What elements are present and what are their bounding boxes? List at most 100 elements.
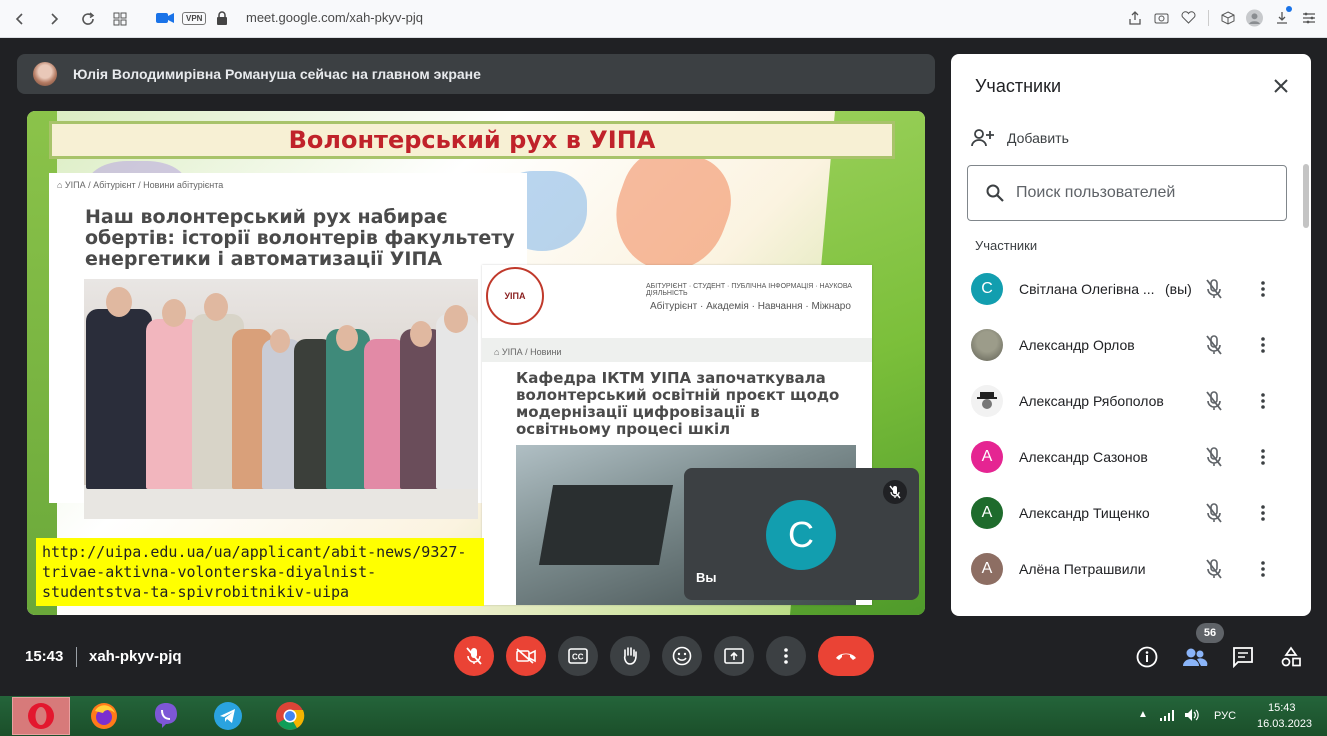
mic-off-icon	[466, 647, 482, 665]
taskbar-viber-app[interactable]	[150, 700, 182, 732]
easy-setup-icon[interactable]	[1300, 9, 1317, 26]
participant-row[interactable]: С Світлана Олегівна ... (вы)	[951, 261, 1311, 317]
activities-button[interactable]	[1278, 644, 1304, 670]
self-video-tile[interactable]: С Вы	[684, 468, 919, 600]
participant-mic-off-icon[interactable]	[1203, 334, 1225, 356]
person-face	[444, 305, 468, 333]
firefox-icon	[91, 703, 117, 729]
meeting-time: 15:43	[25, 648, 64, 665]
participant-mic-off-icon[interactable]	[1203, 390, 1225, 412]
extensions-cube-icon[interactable]	[1219, 9, 1236, 26]
lock-icon[interactable]	[216, 11, 228, 25]
person-face	[270, 329, 290, 353]
clock-date[interactable]: 16.03.2023	[1257, 718, 1312, 730]
emoji-icon	[672, 646, 692, 666]
participant-more-options-icon[interactable]	[1253, 557, 1273, 581]
participant-more-options-icon[interactable]	[1253, 389, 1273, 413]
participant-more-options-icon[interactable]	[1253, 333, 1273, 357]
person-face	[106, 287, 132, 317]
taskbar-telegram-app[interactable]	[212, 700, 244, 732]
svg-text:CC: CC	[572, 653, 584, 662]
share-icon[interactable]	[1126, 9, 1143, 26]
raise-hand-button[interactable]	[610, 636, 650, 676]
taskbar-chrome-app[interactable]	[274, 700, 306, 732]
participant-row[interactable]: Александр Рябополов	[951, 373, 1311, 429]
camera-off-icon	[516, 648, 536, 664]
reload-button[interactable]	[72, 3, 104, 35]
mic-off-icon	[889, 485, 901, 499]
chrome-icon	[276, 702, 305, 730]
search-participants-input[interactable]: Поиск пользователей	[967, 165, 1287, 221]
presenting-banner: Юлія Володимирівна Романуша сейчас на гл…	[17, 54, 935, 94]
participant-avatar	[971, 329, 1003, 361]
snapshot-icon[interactable]	[1153, 9, 1170, 26]
participant-name: Александр Сазонов	[1019, 449, 1148, 465]
meeting-controls-bar: 15:43 xah-pkyv-pjq CC 56	[0, 620, 1327, 696]
volume-icon[interactable]	[1184, 708, 1200, 722]
participant-avatar: А	[971, 497, 1003, 529]
slide-title: Волонтерський рух в УІПА	[288, 126, 656, 154]
leave-call-button[interactable]	[818, 636, 874, 676]
shapes-icon	[1281, 646, 1301, 667]
person-face	[162, 299, 186, 327]
participant-mic-off-icon[interactable]	[1203, 446, 1225, 468]
article1-breadcrumb: ⌂ УІПА / Абітурієнт / Новини абітурієнта	[57, 180, 224, 190]
speed-dial-button[interactable]	[104, 3, 136, 35]
participant-more-options-icon[interactable]	[1253, 501, 1273, 525]
self-muted-indicator	[883, 480, 907, 504]
participant-name: Александр Тищенко	[1019, 505, 1150, 521]
address-bar[interactable]: meet.google.com/xah-pkyv-pjq	[246, 10, 423, 25]
participants-list: С Світлана Олегівна ... (вы) Александр Орло…	[951, 261, 1311, 597]
meeting-details-button[interactable]	[1134, 644, 1160, 670]
taskbar-firefox-app[interactable]	[88, 700, 120, 732]
captions-button[interactable]: CC	[558, 636, 598, 676]
vpn-badge[interactable]: VPN	[182, 12, 207, 25]
participant-name: Алёна Петрашвили	[1019, 561, 1146, 577]
close-panel-button[interactable]	[1269, 74, 1293, 98]
profile-avatar-icon[interactable]	[1246, 9, 1263, 26]
show-participants-button[interactable]	[1182, 644, 1208, 670]
participant-more-options-icon[interactable]	[1253, 445, 1273, 469]
taskbar-opera-app[interactable]	[12, 697, 70, 735]
tray-show-hidden-icon[interactable]: ▲	[1138, 709, 1148, 720]
downloads-icon[interactable]	[1273, 6, 1292, 26]
participant-mic-off-icon[interactable]	[1203, 278, 1225, 300]
person-face	[336, 325, 358, 351]
person-figure	[86, 309, 152, 489]
heart-icon[interactable]	[1180, 9, 1197, 26]
participant-row[interactable]: А Алёна Петрашвили	[951, 541, 1311, 597]
more-vert-icon	[784, 648, 788, 664]
toggle-mic-button[interactable]	[454, 636, 494, 676]
participant-row[interactable]: А Александр Сазонов	[951, 429, 1311, 485]
people-icon	[1183, 648, 1208, 666]
article2-headline: Кафедра ІКТМ УІПА започаткувала волонтер…	[516, 369, 840, 438]
participant-avatar	[971, 385, 1003, 417]
network-signal-icon[interactable]	[1160, 709, 1176, 721]
panel-scrollbar[interactable]	[1303, 164, 1309, 228]
more-options-button[interactable]	[766, 636, 806, 676]
photo-floor	[84, 485, 478, 519]
participant-mic-off-icon[interactable]	[1203, 502, 1225, 524]
participant-more-options-icon[interactable]	[1253, 277, 1273, 301]
reactions-button[interactable]	[662, 636, 702, 676]
participant-row[interactable]: Александр Орлов	[951, 317, 1311, 373]
present-screen-button[interactable]	[714, 636, 754, 676]
toggle-camera-button[interactable]	[506, 636, 546, 676]
close-icon	[1274, 79, 1288, 93]
meeting-code: xah-pkyv-pjq	[89, 648, 182, 665]
participant-name: Александр Орлов	[1019, 337, 1135, 353]
end-call-icon	[836, 653, 856, 660]
participant-avatar: А	[971, 441, 1003, 473]
participants-section-label: Участники	[975, 238, 1038, 253]
back-button[interactable]	[4, 3, 36, 35]
person-face	[204, 293, 228, 321]
clock-time[interactable]: 15:43	[1268, 702, 1296, 714]
participant-mic-off-icon[interactable]	[1203, 558, 1225, 580]
add-people-button[interactable]: Добавить	[971, 128, 1069, 148]
laptop-shape	[538, 485, 674, 565]
forward-button[interactable]	[38, 3, 70, 35]
uipa-seal-logo: УІПА	[486, 267, 544, 325]
chat-button[interactable]	[1230, 644, 1256, 670]
input-language[interactable]: РУС	[1214, 710, 1236, 722]
participant-row[interactable]: А Александр Тищенко	[951, 485, 1311, 541]
